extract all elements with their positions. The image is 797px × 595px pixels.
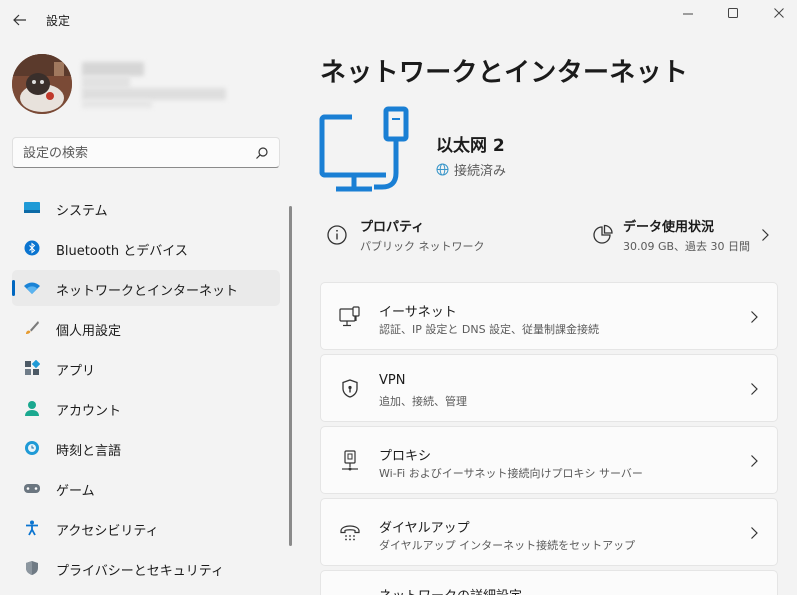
close-button[interactable] <box>757 4 797 22</box>
system-display-icon <box>23 200 41 216</box>
sidebar-nav: システム Bluetooth とデバイス ネットワークとインターネット 個人用設… <box>12 190 280 590</box>
data-usage-subtitle: 30.09 GB、過去 30 日間 <box>623 240 751 253</box>
card-title: プロキシ <box>379 449 432 464</box>
sidebar-item-apps[interactable]: アプリ <box>12 350 280 386</box>
dialup-card[interactable]: ダイヤルアップ ダイヤルアップ インターネット接続をセットアップ <box>320 498 778 566</box>
bluetooth-icon <box>23 240 41 256</box>
globe-clock-icon <box>23 440 41 456</box>
sidebar-item-label: 個人用設定 <box>56 324 122 339</box>
data-usage-link[interactable]: データ使用状況 30.09 GB、過去 30 日間 <box>586 212 782 258</box>
proxy-card[interactable]: プロキシ Wi-Fi およびイーサネット接続向けプロキシ サーバー <box>320 426 778 494</box>
data-usage-title: データ使用状況 <box>623 220 715 235</box>
sidebar-item-label: アクセシビリティ <box>56 524 159 539</box>
search-input[interactable] <box>23 144 243 162</box>
sidebar-item-system[interactable]: システム <box>12 190 280 226</box>
settings-card-list: イーサネット 認証、IP 設定と DNS 設定、従量制課金接続 VPN 追加、接… <box>320 282 778 595</box>
adapter-name: 以太网 2 <box>436 136 505 156</box>
sidebar-scrollbar[interactable] <box>289 206 292 546</box>
ethernet-card[interactable]: イーサネット 認証、IP 設定と DNS 設定、従量制課金接続 <box>320 282 778 350</box>
sidebar-item-privacy[interactable]: プライバシーとセキュリティ <box>12 550 280 586</box>
properties-link[interactable]: プロパティ パブリック ネットワーク <box>320 212 560 258</box>
card-subtitle: 追加、接続、管理 <box>379 395 467 408</box>
connection-status-text: 接続済み <box>454 164 507 179</box>
redacted-email <box>82 88 226 100</box>
dialup-icon <box>340 525 360 541</box>
advanced-network-settings-card[interactable]: ネットワークの詳細設定 <box>320 570 778 595</box>
globe-icon <box>436 163 449 176</box>
sidebar-item-gaming[interactable]: ゲーム <box>12 470 280 506</box>
sidebar-item-accessibility[interactable]: アクセシビリティ <box>12 510 280 546</box>
back-button[interactable] <box>8 8 32 32</box>
sidebar-item-accounts[interactable]: アカウント <box>12 390 280 426</box>
wifi-icon <box>23 280 41 296</box>
chevron-right-icon <box>751 383 758 395</box>
account-icon <box>23 400 41 416</box>
redacted-username <box>82 76 130 88</box>
accessibility-icon <box>23 520 41 536</box>
sidebar-item-bluetooth[interactable]: Bluetooth とデバイス <box>12 230 280 266</box>
connection-status: 接続済み <box>436 160 506 179</box>
maximize-icon <box>728 8 738 18</box>
sidebar-item-time-language[interactable]: 時刻と言語 <box>12 430 280 466</box>
apps-icon <box>23 360 41 376</box>
chevron-right-icon <box>751 311 758 323</box>
redacted-username <box>82 62 144 76</box>
window-title: 設定 <box>46 14 71 28</box>
sidebar-item-label: プライバシーとセキュリティ <box>56 564 224 579</box>
maximize-button[interactable] <box>711 4 755 22</box>
card-subtitle: Wi-Fi およびイーサネット接続向けプロキシ サーバー <box>379 467 643 480</box>
sidebar-item-label: アカウント <box>56 404 122 419</box>
avatar <box>12 54 72 114</box>
ethernet-monitor-icon <box>319 105 412 201</box>
chevron-right-icon <box>751 455 758 467</box>
ethernet-icon <box>339 306 360 327</box>
minimize-button[interactable] <box>666 4 710 22</box>
sidebar-item-personalization[interactable]: 個人用設定 <box>12 310 280 346</box>
sidebar-item-label: アプリ <box>56 364 96 379</box>
vpn-shield-icon <box>342 379 358 398</box>
info-icon <box>327 225 347 245</box>
back-arrow-icon <box>13 14 26 26</box>
shield-icon <box>23 560 41 576</box>
sidebar-item-label: 時刻と言語 <box>56 444 122 459</box>
sidebar-item-label: ネットワークとインターネット <box>56 284 239 299</box>
sidebar-item-label: Bluetooth とデバイス <box>56 244 188 259</box>
brush-icon <box>23 320 41 336</box>
properties-title: プロパティ <box>360 220 425 235</box>
card-title: ダイヤルアップ <box>379 521 470 536</box>
pie-chart-icon <box>593 224 613 244</box>
gamepad-icon <box>23 480 41 496</box>
sidebar-item-label: ゲーム <box>56 484 95 499</box>
redacted-email <box>82 100 152 108</box>
proxy-icon <box>342 450 358 471</box>
chevron-right-icon <box>751 527 758 539</box>
close-icon <box>774 8 784 18</box>
sidebar-item-network[interactable]: ネットワークとインターネット <box>12 270 280 306</box>
card-title: イーサネット <box>379 305 457 320</box>
card-subtitle: ダイヤルアップ インターネット接続をセットアップ <box>379 539 636 552</box>
title-bar: 設定 <box>0 0 797 40</box>
card-subtitle: 認証、IP 設定と DNS 設定、従量制課金接続 <box>379 323 600 336</box>
sidebar-item-label: システム <box>56 204 108 219</box>
settings-search[interactable] <box>12 137 280 168</box>
card-title: VPN <box>379 373 406 388</box>
chevron-right-icon <box>762 229 769 241</box>
minimize-icon <box>683 13 693 15</box>
search-icon[interactable] <box>255 146 269 160</box>
page-title: ネットワークとインターネット <box>320 58 689 88</box>
properties-subtitle: パブリック ネットワーク <box>360 240 485 253</box>
card-title: ネットワークの詳細設定 <box>379 585 522 595</box>
vpn-card[interactable]: VPN 追加、接続、管理 <box>320 354 778 422</box>
